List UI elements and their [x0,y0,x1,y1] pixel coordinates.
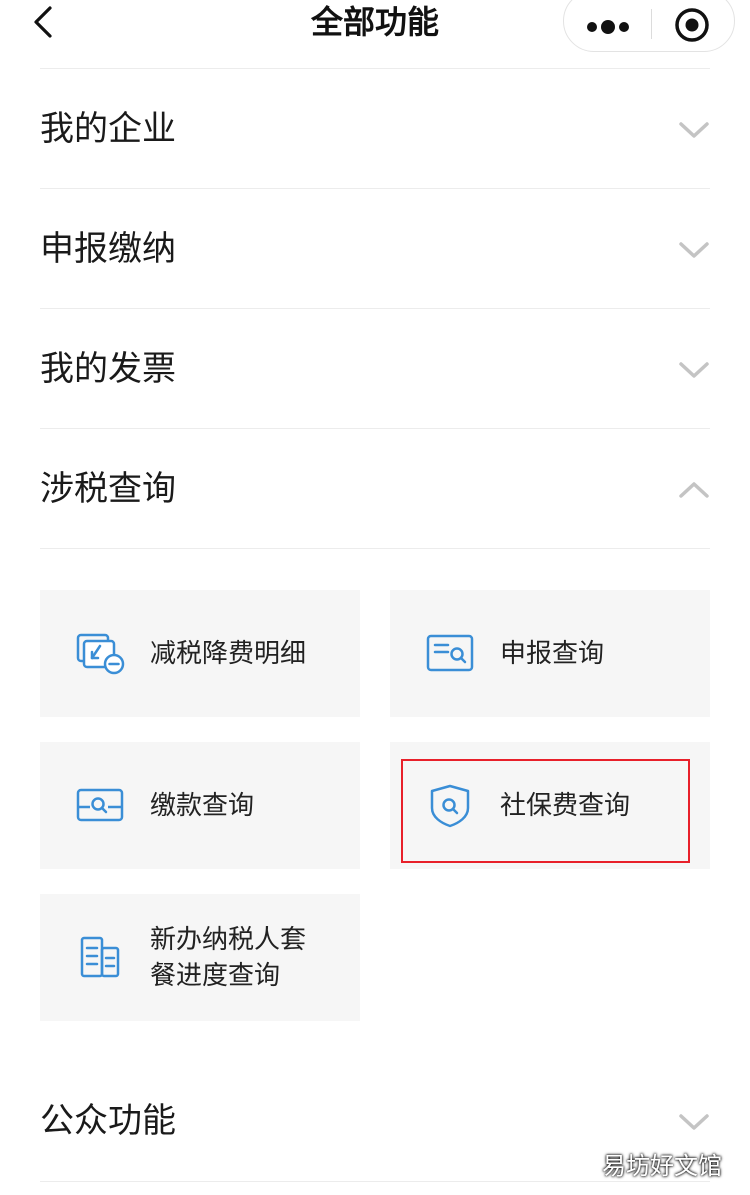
tile-social-security-query[interactable]: 社保费查询 [390,742,710,869]
watermark: 易坊好文馆 [602,1152,722,1180]
mini-program-capsule [563,0,735,52]
close-target-icon[interactable] [672,5,712,45]
tile-label: 缴款查询 [150,790,255,821]
section-tax-query[interactable]: 涉税查询 [40,430,710,549]
section-title: 公众功能 [40,1101,176,1141]
divider [40,548,710,549]
section-title: 我的企业 [40,109,176,149]
section-title: 我的发票 [40,349,176,389]
tile-label: 新办纳税人套餐进度查询 [150,924,307,991]
divider [40,1181,710,1182]
chevron-up-icon [679,482,709,498]
divider [40,308,710,309]
tile-declaration-query[interactable]: 申报查询 [390,590,710,717]
declaration-search-icon [426,634,474,672]
tile-new-taxpayer-progress[interactable]: 新办纳税人套餐进度查询 [40,894,360,1021]
divider [40,68,710,69]
tile-label: 社保费查询 [500,790,631,821]
chevron-down-icon [679,242,709,258]
chevron-down-icon [679,1114,709,1130]
chevron-down-icon [679,122,709,138]
chevron-down-icon [679,362,709,378]
building-document-icon [80,936,120,978]
tile-payment-query[interactable]: 缴款查询 [40,742,360,869]
divider [40,428,710,429]
tax-reduction-icon [76,633,125,675]
section-title: 申报缴纳 [40,229,176,269]
more-dots-icon[interactable] [584,5,648,45]
section-my-invoices[interactable]: 我的发票 [40,310,710,429]
nav-header: 全部功能 [0,0,750,52]
payment-search-icon [76,788,124,822]
capsule-divider [651,9,652,39]
section-my-enterprise[interactable]: 我的企业 [40,70,710,189]
section-title: 涉税查询 [40,469,176,509]
divider [40,188,710,189]
tile-label: 减税降费明细 [150,638,307,669]
shield-search-icon [430,784,470,828]
section-declare-pay[interactable]: 申报缴纳 [40,190,710,309]
tile-label: 申报查询 [500,638,605,669]
tile-tax-reduction-detail[interactable]: 减税降费明细 [40,590,360,717]
